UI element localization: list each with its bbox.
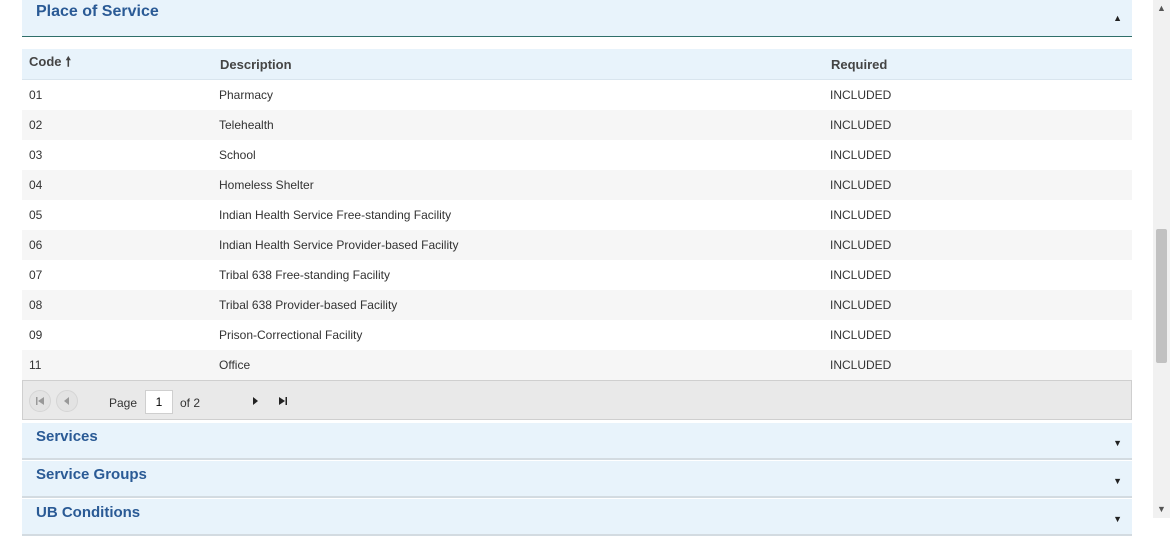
cell-required: INCLUDED [830,328,892,342]
cell-description: Prison-Correctional Facility [219,328,363,342]
table-row[interactable]: 09 Prison-Correctional Facility INCLUDED [22,320,1132,350]
cell-code: 09 [29,328,43,342]
cell-required: INCLUDED [830,178,892,192]
page-number-input[interactable] [145,390,173,414]
cell-description: Homeless Shelter [219,178,314,192]
cell-required: INCLUDED [830,298,892,312]
column-label-code: Code [29,54,62,69]
table-row[interactable]: 06 Indian Health Service Provider-based … [22,230,1132,260]
services-section-header[interactable]: Services ▼ [22,423,1132,460]
section-title: UB Conditions [36,504,141,521]
cell-code: 11 [29,358,42,372]
expand-icon[interactable]: ▼ [1113,438,1122,448]
page-count-label: of 2 [180,396,201,410]
vertical-scrollbar[interactable]: ▲ ▼ [1153,0,1170,518]
section-title: Service Groups [36,466,147,483]
sort-ascending-icon[interactable]: 🠕 [66,54,72,69]
cell-required: INCLUDED [830,238,892,252]
last-page-button[interactable] [272,390,294,412]
column-header-code[interactable]: Code 🠕 [22,53,213,75]
scroll-up-icon[interactable]: ▲ [1157,3,1166,13]
cell-code: 06 [29,238,43,252]
pagination-bar: Page of 2 [22,380,1132,420]
cell-code: 04 [29,178,43,192]
cell-required: INCLUDED [830,148,892,162]
cell-description: School [219,148,256,162]
cell-description: Tribal 638 Provider-based Facility [219,298,398,312]
cell-description: Tribal 638 Free-standing Facility [219,268,390,282]
main-content: Place of Service ▲ Code 🠕 Description Req… [22,0,1132,536]
last-page-icon [279,397,287,405]
cell-code: 08 [29,298,43,312]
first-page-button[interactable] [29,390,51,412]
prev-page-icon [64,397,69,405]
first-page-icon [36,397,44,405]
table-row[interactable]: 07 Tribal 638 Free-standing Facility INC… [22,260,1132,290]
grid-header-row: Code 🠕 Description Required [22,49,1132,80]
table-row[interactable]: 01 Pharmacy INCLUDED [22,80,1132,110]
cell-code: 03 [29,148,43,162]
cell-required: INCLUDED [830,268,892,282]
next-page-button[interactable] [244,390,266,412]
cell-code: 07 [29,268,43,282]
page-label: Page [109,396,138,410]
place-of-service-grid: Code 🠕 Description Required 01 Pharmacy I… [22,49,1132,380]
collapse-icon[interactable]: ▲ [1113,13,1122,23]
expand-icon[interactable]: ▼ [1113,476,1122,486]
table-row[interactable]: 04 Homeless Shelter INCLUDED [22,170,1132,200]
cell-required: INCLUDED [830,118,892,132]
next-page-icon [253,397,258,405]
scroll-down-icon[interactable]: ▼ [1157,504,1166,514]
cell-required: INCLUDED [830,88,892,102]
service-groups-section-header[interactable]: Service Groups ▼ [22,461,1132,498]
table-row[interactable]: 03 School INCLUDED [22,140,1132,170]
cell-code: 01 [29,88,43,102]
cell-description: Pharmacy [219,88,274,102]
cell-required: INCLUDED [830,358,892,372]
cell-description: Office [219,358,251,372]
scrollbar-thumb[interactable] [1156,229,1167,363]
section-title: Services [36,428,98,445]
cell-description: Indian Health Service Free-standing Faci… [219,208,452,222]
expand-icon[interactable]: ▼ [1113,514,1122,524]
cell-description: Indian Health Service Provider-based Fac… [219,238,459,252]
cell-required: INCLUDED [830,208,892,222]
previous-page-button[interactable] [56,390,78,412]
cell-code: 02 [29,118,43,132]
cell-description: Telehealth [219,118,274,132]
place-of-service-header[interactable]: Place of Service ▲ [22,0,1132,37]
cell-code: 05 [29,208,43,222]
column-header-description[interactable]: Description [213,57,824,72]
table-row[interactable]: 11 Office INCLUDED [22,350,1132,380]
table-row[interactable]: 02 Telehealth INCLUDED [22,110,1132,140]
table-row[interactable]: 08 Tribal 638 Provider-based Facility IN… [22,290,1132,320]
table-row[interactable]: 05 Indian Health Service Free-standing F… [22,200,1132,230]
section-title: Place of Service [36,3,159,20]
column-header-required[interactable]: Required [824,57,1132,72]
